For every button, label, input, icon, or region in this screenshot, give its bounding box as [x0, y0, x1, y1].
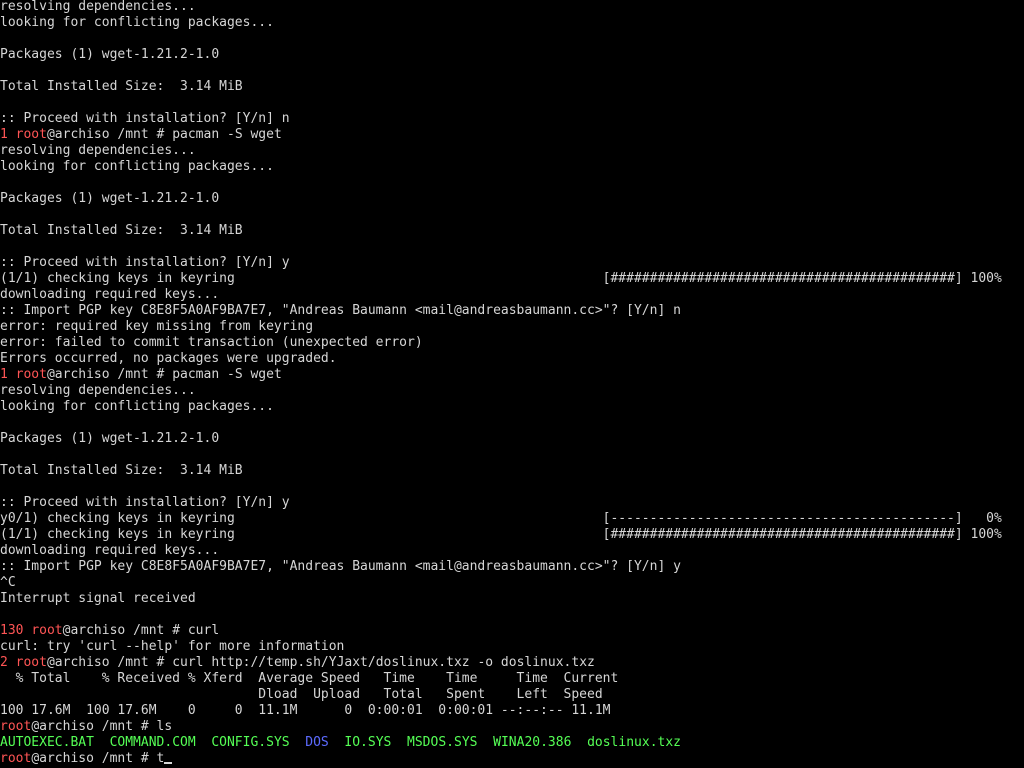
- prompt-user: root: [15, 127, 47, 142]
- prompt-host: @archiso /mnt #: [46, 127, 173, 142]
- terminal-line: resolving dependencies...: [0, 383, 196, 398]
- prompt-line: 130 root@archiso /mnt # curl: [0, 623, 1024, 639]
- terminal-line: error: required key missing from keyring: [0, 319, 314, 334]
- terminal-line: looking for conflicting packages...: [0, 159, 274, 174]
- terminal-line: Packages (1) wget-1.21.2-1.0: [0, 431, 220, 446]
- command-text: pacman -S wget: [172, 127, 282, 142]
- file-entry: MSDOS.SYS: [407, 735, 478, 750]
- prompt-user: root: [0, 719, 32, 734]
- terminal-line: Dload Upload Total Spent Left Speed: [0, 687, 603, 702]
- terminal-line: :: Proceed with installation? [Y/n] y: [0, 255, 290, 270]
- terminal-line: :: Proceed with installation? [Y/n] n: [0, 111, 290, 126]
- terminal-line: Total Installed Size: 3.14 MiB: [0, 79, 243, 94]
- prompt-host: @archiso /mnt #: [31, 719, 157, 734]
- prompt-host: @archiso /mnt #: [31, 751, 157, 766]
- command-text: curl http://temp.sh/YJaxt/doslinux.txz -…: [172, 655, 595, 670]
- exit-code: 2: [0, 655, 8, 670]
- terminal-line: y0/1) checking keys in keyring [--------…: [0, 511, 1002, 526]
- terminal-line: resolving dependencies...: [0, 0, 196, 14]
- terminal-line: looking for conflicting packages...: [0, 399, 274, 414]
- file-entry: CONFIG.SYS: [211, 735, 290, 750]
- terminal-line: downloading required keys...: [0, 543, 220, 558]
- command-text: pacman -S wget: [172, 367, 282, 382]
- terminal-line: resolving dependencies...: [0, 143, 196, 158]
- terminal-line: 100 17.6M 100 17.6M 0 0 11.1M 0 0:00:01 …: [0, 703, 611, 718]
- terminal-line: % Total % Received % Xferd Average Speed…: [0, 671, 619, 686]
- terminal-line: :: Import PGP key C8E8F5A0AF9BA7E7, "And…: [0, 303, 681, 318]
- file-entry: WINA20.386: [493, 735, 572, 750]
- exit-code: 130: [0, 623, 24, 638]
- text-cursor: [164, 762, 173, 764]
- prompt-host: @archiso /mnt #: [46, 367, 173, 382]
- prompt-line: 1 root@archiso /mnt # pacman -S wget: [0, 367, 1024, 383]
- terminal-screen[interactable]: resolving dependencies... looking for con…: [0, 0, 1024, 767]
- ls-output-line: AUTOEXEC.BAT COMMAND.COM CONFIG.SYS DOS …: [0, 735, 1024, 751]
- terminal-line: Packages (1) wget-1.21.2-1.0: [0, 47, 220, 62]
- terminal-line: Interrupt signal received: [0, 591, 196, 606]
- file-entry: IO.SYS: [344, 735, 392, 750]
- terminal-line: curl: try 'curl --help' for more informa…: [0, 639, 345, 654]
- terminal-line: looking for conflicting packages...: [0, 15, 274, 30]
- prompt-line: 2 root@archiso /mnt # curl http://temp.s…: [0, 655, 1024, 671]
- directory-entry: DOS: [305, 735, 329, 750]
- command-text: t: [156, 751, 165, 766]
- terminal-line: Total Installed Size: 3.14 MiB: [0, 463, 243, 478]
- prompt-line: root@archiso /mnt # ls: [0, 719, 1024, 735]
- prompt-line: 1 root@archiso /mnt # pacman -S wget: [0, 127, 1024, 143]
- command-text: curl: [187, 623, 220, 638]
- command-text: ls: [156, 719, 173, 734]
- prompt-user: root: [31, 623, 63, 638]
- prompt-user: root: [0, 751, 32, 766]
- prompt-host: @archiso /mnt #: [62, 623, 188, 638]
- terminal-line: (1/1) checking keys in keyring [########…: [0, 527, 1002, 542]
- terminal-line: (1/1) checking keys in keyring [########…: [0, 271, 1002, 286]
- terminal-line: Errors occurred, no packages were upgrad…: [0, 351, 337, 366]
- terminal-line: :: Import PGP key C8E8F5A0AF9BA7E7, "And…: [0, 559, 681, 574]
- prompt-host: @archiso /mnt #: [46, 655, 173, 670]
- exit-code: 1: [0, 127, 8, 142]
- terminal-line: :: Proceed with installation? [Y/n] y: [0, 495, 290, 510]
- terminal-line: ^C: [0, 575, 16, 590]
- prompt-user: root: [15, 367, 47, 382]
- exit-code: 1: [0, 367, 8, 382]
- prompt-user: root: [15, 655, 47, 670]
- terminal-line: downloading required keys...: [0, 287, 220, 302]
- active-prompt-line[interactable]: root@archiso /mnt # t: [0, 751, 1024, 767]
- terminal-line: Packages (1) wget-1.21.2-1.0: [0, 191, 220, 206]
- file-entry: AUTOEXEC.BAT: [0, 735, 94, 750]
- file-entry: doslinux.txz: [587, 735, 681, 750]
- file-entry: COMMAND.COM: [109, 735, 196, 750]
- terminal-line: error: failed to commit transaction (une…: [0, 335, 423, 350]
- terminal-line: Total Installed Size: 3.14 MiB: [0, 223, 243, 238]
